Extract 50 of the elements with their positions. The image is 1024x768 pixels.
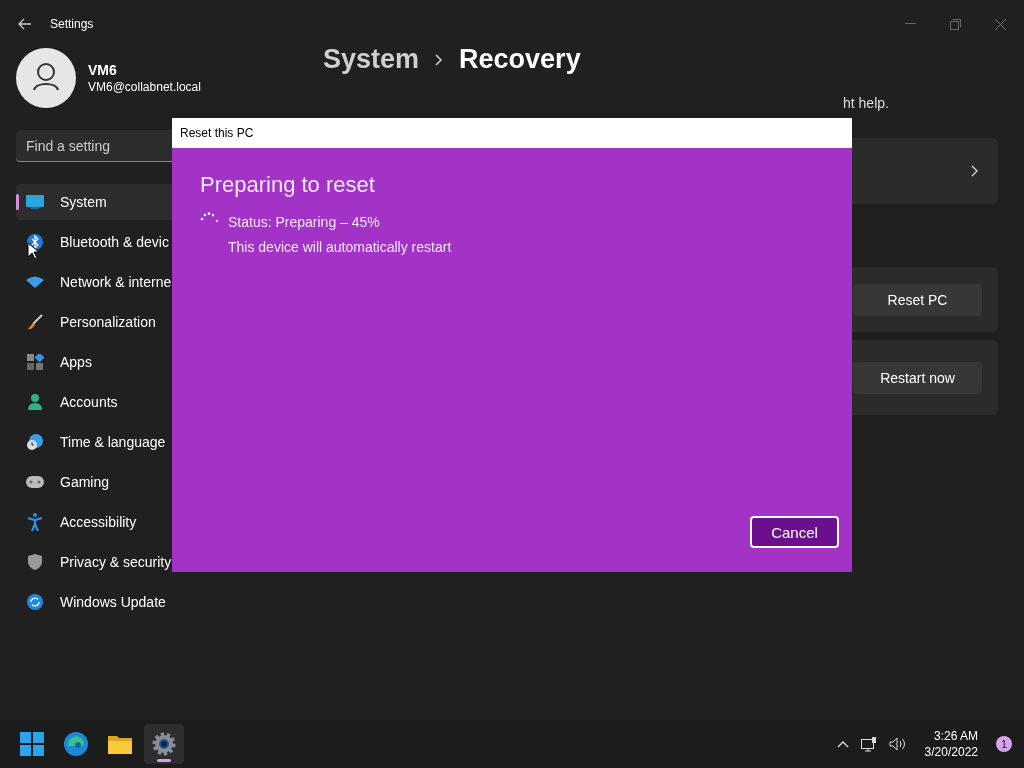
sidebar-item[interactable]: Accessibility	[16, 504, 284, 540]
windows-logo-icon	[20, 732, 44, 756]
controller-icon	[26, 476, 44, 488]
avatar-icon	[16, 48, 76, 108]
globe-clock-icon	[26, 434, 44, 450]
sidebar-item[interactable]: Apps	[16, 344, 284, 380]
description-text: ht help.	[843, 95, 890, 111]
notification-badge[interactable]: 1	[996, 736, 1012, 752]
breadcrumb-parent[interactable]: System	[323, 44, 420, 75]
sidebar-item[interactable]: Time & language	[16, 424, 284, 460]
chevron-icon	[435, 53, 444, 66]
sidebar-item[interactable]: Personalization	[16, 304, 284, 340]
folder-icon	[108, 734, 132, 754]
action-button[interactable]: Restart now	[853, 361, 982, 394]
shield-icon	[26, 554, 44, 570]
volume-icon[interactable]	[888, 737, 907, 751]
page-title: Recovery	[459, 44, 581, 75]
restore-icon[interactable]	[950, 18, 961, 30]
browser-icon	[64, 732, 88, 756]
sidebar-item[interactable]: Windows Update	[16, 584, 284, 620]
accessibility-icon	[26, 513, 44, 531]
user-email: VM6@collabnet.local	[88, 80, 201, 94]
minimize-icon[interactable]	[905, 23, 916, 25]
clock-date: 3/20/2022	[924, 744, 978, 760]
sidebar-item[interactable]: Gaming	[16, 464, 284, 500]
network-icon[interactable]	[860, 736, 877, 752]
user-name: VM6	[88, 62, 118, 78]
sidebar-item[interactable]: Network & interne	[16, 264, 284, 300]
taskbar-button[interactable]	[144, 724, 184, 764]
window-title: Settings	[50, 17, 94, 31]
apps-icon	[26, 354, 44, 370]
clock-time: 3:26 AM	[933, 728, 978, 744]
dialog-title: Reset this PC	[172, 118, 852, 148]
sidebar-item[interactable]: Privacy & security	[16, 544, 284, 580]
monitor-icon	[26, 195, 44, 209]
cancel-button[interactable]: Cancel	[750, 516, 839, 548]
update-icon	[26, 594, 44, 610]
person-icon	[26, 394, 44, 410]
chevron-up-icon[interactable]	[836, 740, 849, 748]
wifi-icon	[26, 276, 44, 288]
back-icon[interactable]	[18, 18, 32, 30]
cursor-icon	[27, 242, 39, 260]
chevron-icon	[971, 165, 978, 177]
action-button[interactable]: Reset PC	[853, 283, 982, 316]
brush-icon	[26, 314, 44, 330]
restart-note: This device will automatically restart	[228, 238, 452, 257]
spinner-icon	[200, 212, 218, 224]
sidebar-item[interactable]: Accounts	[16, 384, 284, 420]
gear-icon	[152, 732, 176, 756]
close-icon[interactable]	[995, 18, 1006, 30]
